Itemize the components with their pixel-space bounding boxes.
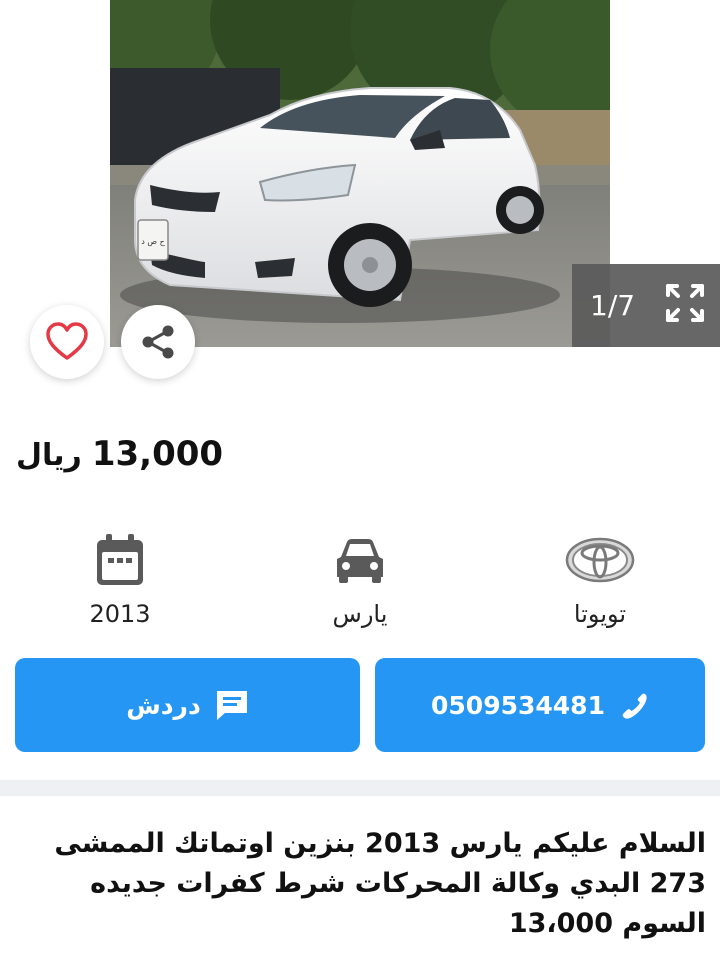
chevron-left-icon bbox=[54, 126, 70, 154]
next-photo-button[interactable] bbox=[636, 118, 680, 162]
photo-gallery: ح ص د 1/7 bbox=[0, 0, 720, 350]
listing-description: السلام عليكم يارس 2013 بنزين اوتماتك الم… bbox=[54, 828, 706, 939]
chat-button[interactable]: دردش bbox=[15, 658, 360, 752]
car-photo-illustration: ح ص د bbox=[110, 0, 610, 347]
phone-number-label: 0509534481 bbox=[431, 690, 605, 720]
spec-year-label: 2013 bbox=[89, 600, 151, 628]
share-button[interactable] bbox=[121, 305, 195, 379]
spec-model-label: يارس bbox=[332, 600, 388, 628]
spec-model: يارس bbox=[270, 530, 450, 628]
chat-icon bbox=[216, 691, 247, 720]
price-currency: ريال bbox=[16, 438, 82, 473]
spec-make: تويوتا bbox=[510, 530, 690, 628]
toyota-logo-icon bbox=[565, 537, 635, 583]
fullscreen-button[interactable] bbox=[664, 282, 706, 324]
share-icon bbox=[142, 325, 174, 359]
listing-price: ريال 13,000 bbox=[16, 434, 223, 484]
chat-button-label: دردش bbox=[126, 690, 201, 720]
call-button[interactable]: 0509534481 bbox=[375, 658, 705, 752]
spec-make-label: تويوتا bbox=[573, 600, 627, 628]
favorite-button[interactable] bbox=[30, 305, 104, 379]
car-icon bbox=[337, 539, 383, 583]
car-photo[interactable]: ح ص د bbox=[110, 0, 610, 347]
price-value: 13,000 bbox=[91, 434, 224, 474]
fullscreen-icon bbox=[666, 284, 704, 322]
spec-year: 2013 bbox=[30, 530, 210, 628]
previous-photo-button[interactable] bbox=[40, 118, 84, 162]
license-plate-text: ح ص د bbox=[141, 237, 165, 246]
calendar-icon bbox=[97, 534, 143, 585]
section-divider bbox=[0, 780, 720, 796]
chevron-right-icon bbox=[650, 126, 666, 154]
phone-icon bbox=[622, 693, 647, 719]
heart-icon bbox=[46, 322, 88, 360]
photo-counter-text: 1/7 bbox=[590, 289, 636, 322]
